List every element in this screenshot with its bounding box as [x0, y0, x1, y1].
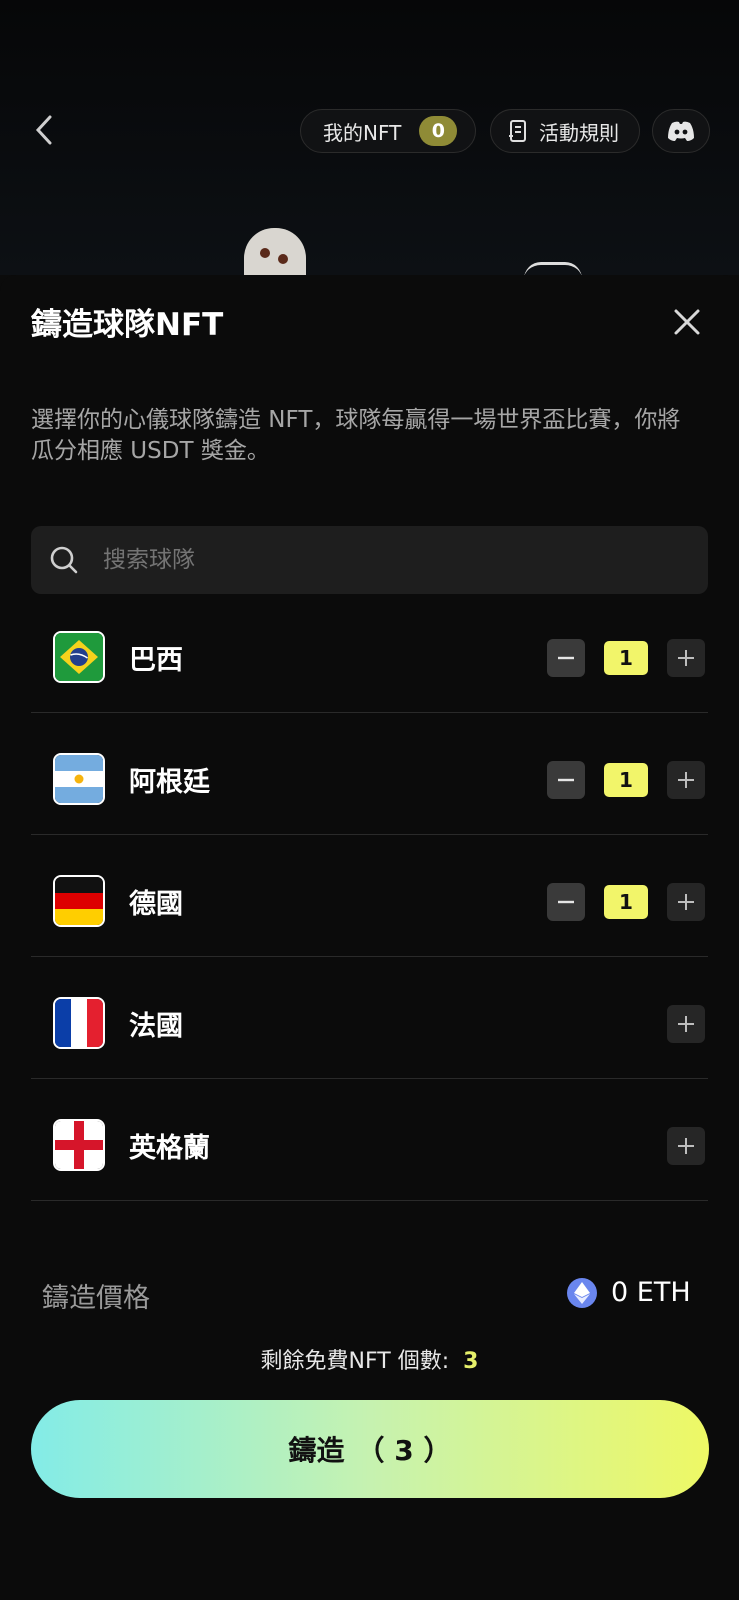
team-row-brazil: 巴西 1: [31, 591, 708, 713]
search-input[interactable]: [101, 546, 645, 574]
free-nft-label: 剩餘免費NFT 個數:: [260, 1349, 450, 1374]
search-box: [31, 526, 708, 594]
discord-icon: [668, 121, 694, 141]
team-row-france: 法國: [31, 957, 708, 1079]
team-name: 英格蘭: [129, 1133, 210, 1164]
price-display: 0 ETH: [567, 1277, 691, 1308]
increase-button[interactable]: [667, 883, 705, 921]
mint-label: 鑄造: [288, 1434, 345, 1467]
quantity-value: 1: [604, 763, 648, 797]
chevron-left-icon: [35, 115, 52, 145]
brazil-flag-icon: [53, 631, 105, 683]
team-row-england: 英格蘭: [31, 1079, 708, 1201]
plus-icon: [678, 650, 694, 666]
increase-button[interactable]: [667, 1127, 705, 1165]
my-nft-button[interactable]: 我的NFT 0: [300, 109, 476, 153]
minus-icon: [558, 900, 574, 904]
team-name: 法國: [129, 1011, 183, 1042]
increase-button[interactable]: [667, 761, 705, 799]
increase-button[interactable]: [667, 639, 705, 677]
decrease-button[interactable]: [547, 761, 585, 799]
plus-icon: [678, 1016, 694, 1032]
team-name: 德國: [129, 889, 183, 920]
quantity-value: 1: [604, 641, 648, 675]
close-icon: [674, 309, 700, 335]
minus-icon: [558, 778, 574, 782]
close-button[interactable]: [668, 303, 706, 341]
free-nft-count: 3: [463, 1349, 479, 1374]
sheet-description: 選擇你的心儀球隊鑄造 NFT，球隊每贏得一場世界盃比賽，你將瓜分相應 USDT …: [31, 407, 681, 464]
decrease-button[interactable]: [547, 883, 585, 921]
mint-button[interactable]: 鑄造 （ 3 ）: [31, 1400, 709, 1498]
plus-icon: [678, 772, 694, 788]
team-name: 巴西: [129, 645, 183, 676]
back-button[interactable]: [26, 108, 62, 152]
quantity-value: 1: [604, 885, 648, 919]
free-nft-info: 剩餘免費NFT 個數: 3: [0, 1343, 739, 1375]
rules-button[interactable]: 活動規則: [490, 109, 640, 153]
search-icon: [50, 546, 78, 574]
mint-count: （ 3 ）: [356, 1434, 452, 1467]
sheet-title: 鑄造球隊NFT: [31, 307, 224, 343]
price-label: 鑄造價格: [42, 1283, 150, 1314]
plus-icon: [678, 894, 694, 910]
argentina-flag-icon: [53, 753, 105, 805]
rules-label: 活動規則: [539, 120, 619, 145]
minus-icon: [558, 656, 574, 660]
top-bar: 我的NFT 0 活動規則: [0, 0, 739, 275]
team-row-argentina: 阿根廷 1: [31, 713, 708, 835]
france-flag-icon: [53, 997, 105, 1049]
my-nft-count-badge: 0: [419, 116, 458, 146]
plus-icon: [678, 1138, 694, 1154]
increase-button[interactable]: [667, 1005, 705, 1043]
my-nft-label: 我的NFT: [323, 120, 402, 145]
decrease-button[interactable]: [547, 639, 585, 677]
document-icon: [509, 120, 526, 142]
ethereum-icon: [567, 1277, 597, 1308]
team-row-germany: 德國 1: [31, 835, 708, 957]
hand-illustration: [524, 262, 582, 275]
team-name: 阿根廷: [129, 767, 210, 798]
england-flag-icon: [53, 1119, 105, 1171]
mint-sheet: 鑄造球隊NFT 選擇你的心儀球隊鑄造 NFT，球隊每贏得一場世界盃比賽，你將瓜分…: [0, 275, 739, 1600]
mascot-illustration: [244, 228, 306, 275]
discord-button[interactable]: [652, 109, 710, 153]
price-value: 0 ETH: [611, 1277, 691, 1308]
team-list: 巴西 1 阿根廷 1 德國 1 法國 英格蘭: [31, 591, 708, 1201]
germany-flag-icon: [53, 875, 105, 927]
